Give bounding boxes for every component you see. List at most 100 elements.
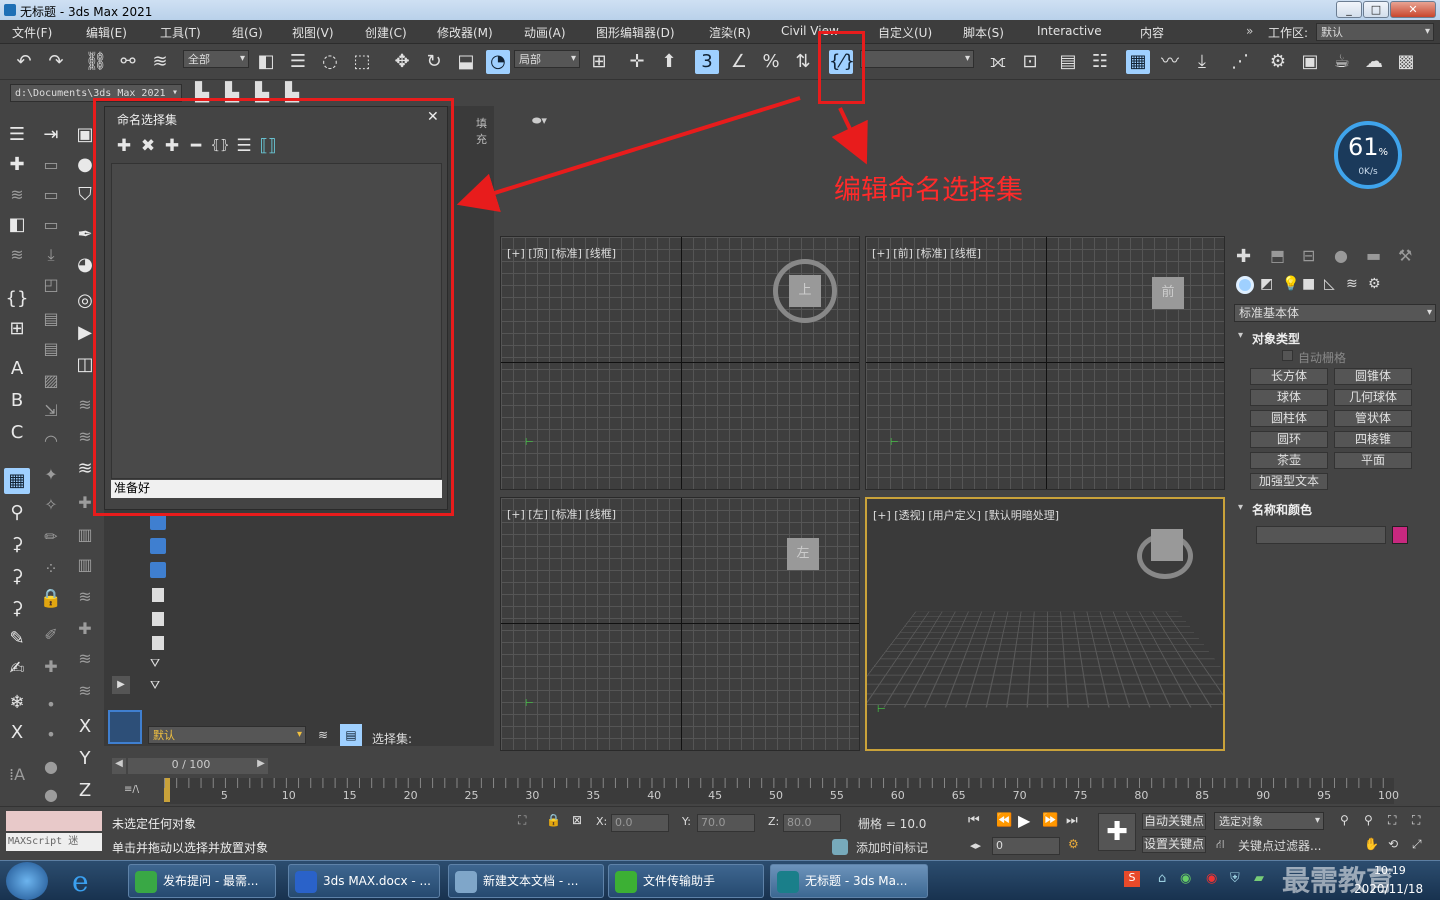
- menu-group[interactable]: 组(G): [232, 24, 263, 41]
- layer-explorer-icon[interactable]: ☷: [1088, 50, 1112, 74]
- taskbar-item[interactable]: 新建文本文档 - ...: [448, 864, 604, 898]
- play-icon[interactable]: ▶: [1018, 811, 1030, 830]
- explorer-tool-icon[interactable]: [150, 514, 166, 530]
- move-icon[interactable]: ✥: [390, 50, 414, 74]
- space-warps-icon[interactable]: ≋: [1346, 276, 1358, 292]
- viewport-front-label[interactable]: [+] [前] [标准] [线框]: [872, 245, 981, 261]
- align-icon[interactable]: ⊡: [1018, 50, 1042, 74]
- render-setup-icon[interactable]: ▣: [1298, 50, 1322, 74]
- stack6-icon[interactable]: ≋: [72, 678, 98, 704]
- autogrid-checkbox[interactable]: [1282, 350, 1293, 361]
- viewport-left-label[interactable]: [+] [左] [标准] [线框]: [507, 506, 616, 522]
- snap-c-icon[interactable]: C: [4, 420, 30, 446]
- object-color-swatch[interactable]: [1392, 526, 1408, 544]
- magnet-x-icon[interactable]: ⚳: [4, 596, 30, 622]
- workspace-dropdown[interactable]: 默认: [1316, 23, 1434, 41]
- ribbon-toggle-icon[interactable]: ▦: [1126, 50, 1150, 74]
- image-icon[interactable]: ▨: [38, 368, 64, 394]
- minimize-button[interactable]: _: [1336, 1, 1362, 18]
- orbit-icon[interactable]: ⟲: [1388, 837, 1398, 851]
- maximize-button[interactable]: □: [1363, 1, 1389, 18]
- select-by-name-icon[interactable]: ☰: [286, 50, 310, 74]
- viewport-front[interactable]: [+] [前] [标准] [线框] 前 ⊢: [865, 236, 1225, 490]
- shift-icon[interactable]: ⇲: [38, 398, 64, 424]
- selection-region-icon[interactable]: ◌: [318, 50, 342, 74]
- viewport-top-label[interactable]: [+] [顶] [标准] [线框]: [507, 245, 616, 261]
- render-production-icon[interactable]: ☁: [1362, 50, 1386, 74]
- menu-file[interactable]: 文件(F): [12, 24, 52, 41]
- render-options-icon[interactable]: ▩: [1394, 50, 1418, 74]
- rotate-icon[interactable]: ↻: [422, 50, 446, 74]
- select-tool-icon[interactable]: ◧: [4, 212, 30, 238]
- viewport-layout-icon[interactable]: [108, 710, 142, 744]
- panel-icon[interactable]: ▭: [38, 152, 64, 178]
- menu-animation[interactable]: 动画(A): [524, 24, 566, 41]
- menu-content[interactable]: 内容: [1140, 24, 1164, 41]
- object-type-title[interactable]: 对象类型: [1252, 330, 1300, 347]
- menu-edit[interactable]: 编辑(E): [86, 24, 127, 41]
- paint-icon[interactable]: ⚲: [4, 500, 30, 526]
- text-plus-button[interactable]: 加强型文本: [1250, 473, 1328, 490]
- schematic-view-icon[interactable]: ⋰: [1228, 50, 1252, 74]
- next-key-icon[interactable]: ⏩: [1042, 813, 1058, 828]
- cam-icon[interactable]: ◰: [38, 272, 64, 298]
- create-tab-icon[interactable]: ✚: [1236, 246, 1251, 267]
- field-of-view-icon[interactable]: ✋: [1364, 837, 1379, 851]
- select-manipulate-icon[interactable]: ✛: [625, 50, 649, 74]
- torus-button[interactable]: 圆环: [1250, 431, 1328, 448]
- menu-modifiers[interactable]: 修改器(M): [437, 24, 493, 41]
- stack5-icon[interactable]: ≋: [72, 646, 98, 672]
- dotted-a-icon[interactable]: ⁞A: [4, 762, 30, 788]
- viewport-perspective[interactable]: [+] [透视] [用户定义] [默认明暗处理] ⊢: [865, 497, 1225, 751]
- plane-button[interactable]: 平面: [1334, 452, 1412, 469]
- zoom-all-icon[interactable]: ⚲: [1364, 813, 1373, 827]
- scale-icon[interactable]: ⬓: [454, 50, 478, 74]
- key-mode-icon[interactable]: ◂▸: [970, 839, 981, 852]
- bind-space-warp-icon[interactable]: ≋: [148, 50, 172, 74]
- explorer-eye-icon[interactable]: [150, 562, 166, 578]
- tray-nvidia-icon[interactable]: ▰: [1254, 871, 1264, 886]
- key-filter-icon[interactable]: ⛙: [1216, 837, 1224, 853]
- maximize-viewport-icon[interactable]: ⤢: [1412, 837, 1422, 852]
- key-filters-button[interactable]: 关键点过滤器...: [1238, 837, 1321, 854]
- x-coordinate-field[interactable]: 0.0: [611, 814, 669, 832]
- angle-snap-icon[interactable]: ∠: [727, 50, 751, 74]
- pivot-center-icon[interactable]: ⊞: [587, 50, 611, 74]
- geometry-icon[interactable]: [1236, 276, 1254, 294]
- graph-icon[interactable]: ⊞: [4, 316, 30, 342]
- list-icon[interactable]: ▤: [38, 306, 64, 332]
- hide-icon[interactable]: ≋: [4, 242, 30, 268]
- pyramid-button[interactable]: 四棱锥: [1334, 431, 1412, 448]
- keyboard-shortcut-override-icon[interactable]: ⬆: [657, 50, 681, 74]
- unlink-icon[interactable]: ⚯: [116, 50, 140, 74]
- nodes-icon[interactable]: ⁘: [38, 556, 64, 582]
- taskbar-item[interactable]: 3ds MAX.docx - ...: [288, 864, 440, 898]
- material-editor-icon[interactable]: ⚙: [1266, 50, 1290, 74]
- tray-network-icon[interactable]: ⌂: [1158, 871, 1166, 886]
- add-layer2-icon[interactable]: ✚: [72, 616, 98, 642]
- tab-options-icon[interactable]: ⬬▾: [532, 114, 547, 128]
- explorer-layer-dropdown[interactable]: 默认: [148, 726, 306, 744]
- menu-graph-editors[interactable]: 图形编辑器(D): [596, 24, 675, 41]
- grid-icon[interactable]: ▦: [4, 468, 30, 494]
- snowflake-icon[interactable]: ❄: [4, 690, 30, 716]
- taskbar-item[interactable]: 文件传输助手: [608, 864, 764, 898]
- magnet-line-icon[interactable]: ⚳: [4, 564, 30, 590]
- stack4-icon[interactable]: ≋: [72, 584, 98, 610]
- fill-tab[interactable]: 填充: [476, 115, 494, 147]
- page2-icon[interactable]: ▥: [72, 552, 98, 578]
- zoom-icon[interactable]: ⚲: [1340, 813, 1349, 827]
- rendered-frame-window-icon[interactable]: ☕: [1330, 50, 1354, 74]
- explorer-doc2-icon[interactable]: [152, 612, 164, 626]
- axis-y-icon[interactable]: Y: [72, 746, 98, 772]
- select-object-icon[interactable]: ◧: [254, 50, 278, 74]
- percent-snap-icon[interactable]: %: [759, 50, 783, 74]
- star-icon[interactable]: ✦: [38, 462, 64, 488]
- panel3-icon[interactable]: ▭: [38, 212, 64, 238]
- selection-lock-icon[interactable]: 🔒: [546, 813, 561, 827]
- stars-icon[interactable]: ✧: [38, 492, 64, 518]
- set-key-button[interactable]: 设置关键点: [1142, 836, 1206, 853]
- cone-button[interactable]: 圆锥体: [1334, 368, 1412, 385]
- prev-key-icon[interactable]: ⏪: [996, 813, 1012, 828]
- spinner-snap-icon[interactable]: ⇅: [791, 50, 815, 74]
